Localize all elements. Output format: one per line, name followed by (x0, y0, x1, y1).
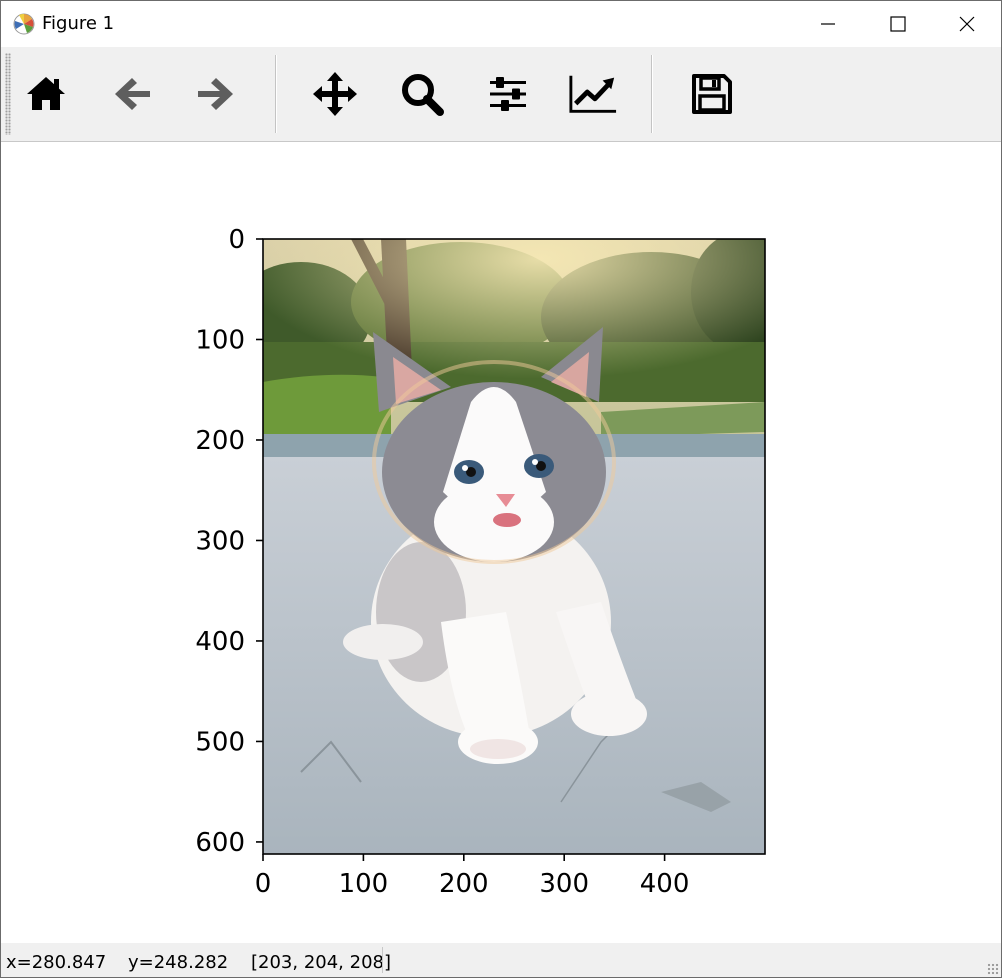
y-tick-label: 400 (195, 627, 245, 657)
zoom-magnifier-icon (402, 74, 444, 116)
x-tick-label: 100 (339, 869, 389, 899)
status-bar: x=280.847 y=248.282 [203, 204, 208] (1, 943, 1001, 977)
home-icon (27, 77, 65, 110)
minimize-icon (821, 23, 835, 25)
navigation-toolbar (1, 47, 1001, 142)
edit-axis-button[interactable] (568, 69, 618, 119)
window-title: Figure 1 (42, 13, 115, 34)
figure-window: Figure 1 0 100 200 300 400 0 100 200 300… (0, 0, 1002, 978)
pan-button[interactable] (310, 69, 360, 119)
kitten-image (263, 239, 765, 854)
pan-move-icon (313, 72, 357, 116)
back-arrow-icon (115, 78, 150, 110)
maximize-button[interactable] (863, 1, 933, 47)
save-floppy-icon (692, 74, 732, 114)
save-button[interactable] (687, 69, 737, 119)
x-tick-label: 200 (439, 869, 489, 899)
figure-canvas[interactable]: 0 100 200 300 400 0 100 200 300 400 500 600 (1, 142, 1001, 943)
maximize-icon (890, 16, 906, 32)
close-button[interactable] (932, 1, 1002, 47)
y-tick-label: 100 (195, 325, 245, 355)
x-tick-label: 300 (539, 869, 589, 899)
edit-axis-chart-icon (569, 75, 617, 113)
status-separator (382, 947, 383, 973)
forward-button[interactable] (191, 69, 241, 119)
x-tick-label: 400 (640, 869, 690, 899)
y-tick-label: 500 (195, 727, 245, 757)
y-tick-label: 200 (195, 426, 245, 456)
back-button[interactable] (107, 69, 157, 119)
axes[interactable]: 0 100 200 300 400 0 100 200 300 400 500 600 (1, 142, 1001, 943)
y-tick-label: 0 (228, 225, 245, 255)
toolbar-separator (651, 55, 653, 133)
toolbar-grip[interactable] (5, 53, 11, 135)
home-button[interactable] (21, 69, 71, 119)
subplots-button[interactable] (483, 69, 533, 119)
y-tick-label: 300 (195, 526, 245, 556)
y-tick-label: 600 (195, 828, 245, 858)
matplotlib-logo-icon (13, 13, 35, 35)
zoom-button[interactable] (397, 69, 447, 119)
minimize-button[interactable] (793, 1, 863, 47)
close-icon (959, 16, 975, 32)
resize-grip[interactable] (987, 963, 999, 975)
cursor-y-readout: y=248.282 (128, 952, 229, 973)
subplots-sliders-icon (490, 77, 526, 111)
x-tick-label: 0 (255, 869, 272, 899)
cursor-x-readout: x=280.847 (6, 952, 107, 973)
toolbar-separator (275, 55, 277, 133)
forward-arrow-icon (198, 78, 233, 110)
title-bar[interactable]: Figure 1 (1, 1, 1001, 47)
y-axis: 0 100 200 300 400 500 600 (195, 225, 263, 858)
x-axis: 0 100 200 300 400 (255, 854, 690, 899)
pixel-value-readout: [203, 204, 208] (251, 952, 392, 973)
